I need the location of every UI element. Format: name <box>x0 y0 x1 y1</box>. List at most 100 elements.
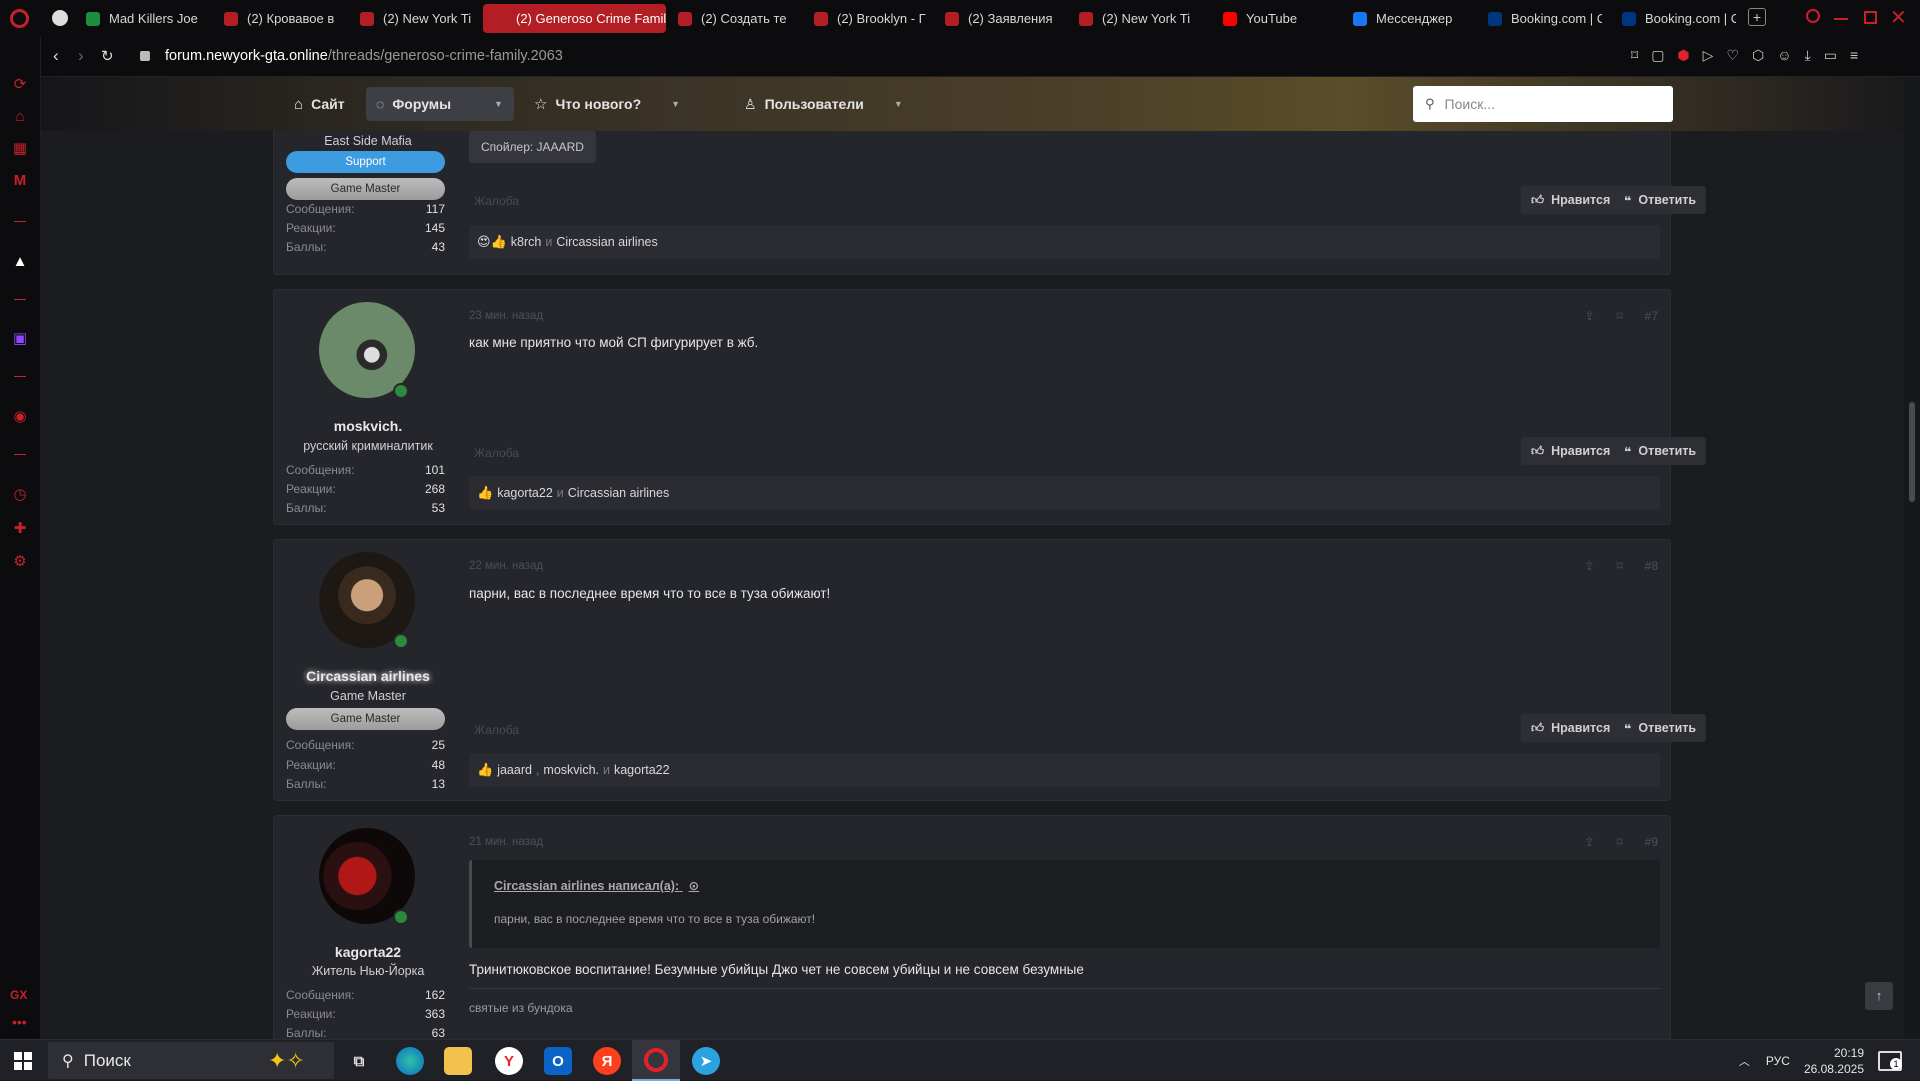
nav-forums[interactable]: ◌ Форумы ▼ <box>366 87 514 121</box>
bookmark-icon[interactable]: ⌑ <box>1616 309 1622 323</box>
taskbar-search-input[interactable]: ⚲ Поиск ✦✧ <box>48 1042 334 1079</box>
post-number[interactable]: #8 <box>1645 559 1658 573</box>
twitch-icon[interactable]: ▣ <box>10 328 30 348</box>
browser-tab[interactable]: (2) Generoso Crime Famil <box>483 4 666 33</box>
arrow-up-circle-icon[interactable]: ⊙ <box>689 879 699 893</box>
extensions-icon[interactable]: ✚ <box>10 518 30 538</box>
liker-link[interactable]: kagorta22 <box>497 486 553 500</box>
notifications-icon[interactable]: 1 <box>1878 1050 1902 1071</box>
liker-link[interactable]: k8rch <box>511 235 542 249</box>
close-window-button[interactable]: ✕ <box>1890 5 1907 30</box>
reload-button[interactable]: ↻ <box>101 47 114 65</box>
file-explorer-icon[interactable] <box>444 1047 472 1075</box>
reply-button[interactable]: ❝ Ответить <box>1614 714 1707 742</box>
browser-tab[interactable]: Booking.com | С <box>1612 4 1736 33</box>
profile-icon[interactable]: ☺ <box>1777 47 1791 64</box>
liker-link[interactable]: kagorta22 <box>614 763 670 777</box>
favorites-icon[interactable]: ♡ <box>1726 47 1739 64</box>
easy-setup-icon[interactable]: ≡ <box>1850 47 1858 64</box>
vpn-globe-icon[interactable] <box>52 10 68 26</box>
username-link[interactable]: Circassian airlines <box>274 668 462 684</box>
username-link[interactable]: kagorta22 <box>274 944 462 960</box>
gmail-icon[interactable]: M <box>10 170 30 190</box>
browser-tab[interactable]: Booking.com | С <box>1478 4 1602 33</box>
liker-link[interactable]: Circassian airlines <box>568 486 669 500</box>
player-icon[interactable]: ◉ <box>10 406 30 426</box>
windows-start-icon[interactable] <box>14 1052 32 1070</box>
crypto-wallet-icon[interactable]: ▦ <box>10 138 30 158</box>
liker-link[interactable]: moskvich. <box>543 763 599 777</box>
yandex-icon[interactable]: Я <box>593 1047 621 1075</box>
username-link[interactable]: moskvich. <box>274 418 462 434</box>
reply-button[interactable]: ❝ Ответить <box>1614 437 1707 465</box>
chevron-down-icon[interactable]: ▼ <box>494 99 503 109</box>
edge-icon[interactable] <box>396 1047 424 1075</box>
settings-icon[interactable]: ⚙ <box>10 551 30 571</box>
bookmark-page-icon[interactable]: ⌑ <box>1631 47 1638 64</box>
browser-tab[interactable]: YouTube <box>1213 4 1327 33</box>
forward-button[interactable]: › <box>78 46 84 66</box>
share-icon[interactable]: ⇪ <box>1584 835 1594 849</box>
bookmark-icon[interactable]: ⌑ <box>1616 559 1622 573</box>
snapshot-icon[interactable]: ▢ <box>1651 47 1664 64</box>
more-icon[interactable]: ••• <box>12 1014 27 1030</box>
browser-tab[interactable]: (2) Создать те <box>668 4 792 33</box>
quote-author-link[interactable]: Circassian airlines написал(а): ⊙ <box>494 878 699 893</box>
bookmark-icon[interactable]: ⌑ <box>1616 835 1622 849</box>
scroll-to-top-button[interactable]: ↑ <box>1865 982 1893 1010</box>
share-icon[interactable]: ⇪ <box>1584 309 1594 323</box>
forum-search-input[interactable]: ⚲ Поиск... <box>1413 86 1673 122</box>
extensions-puzzle-icon[interactable]: ⬡ <box>1752 47 1764 64</box>
like-button[interactable]: 👍︎ Нравится <box>1521 186 1621 214</box>
lock-icon[interactable] <box>140 51 150 61</box>
browser-tab[interactable]: Мессенджер <box>1343 4 1467 33</box>
nav-members[interactable]: ♙ Пользователи ▼ <box>734 87 913 121</box>
browser-tab[interactable]: (2) Заявления <box>935 4 1059 33</box>
post-number[interactable]: #7 <box>1645 309 1658 323</box>
search-tabs-icon[interactable] <box>1806 9 1820 23</box>
post-time[interactable]: 22 мин. назад <box>469 560 543 572</box>
outlook-icon[interactable]: O <box>544 1047 572 1075</box>
downloads-icon[interactable]: ⤓ <box>1805 47 1811 64</box>
browser-tab[interactable]: (2) Кровавое в <box>214 4 338 33</box>
clock[interactable]: 20:19 26.08.2025 <box>1804 1045 1864 1077</box>
new-tab-button[interactable]: + <box>1748 8 1766 26</box>
like-button[interactable]: 👍︎ Нравится <box>1521 437 1621 465</box>
back-button[interactable]: ‹ <box>53 46 59 66</box>
browser-tab[interactable]: (2) New York Ti <box>1069 4 1193 33</box>
spoiler-button[interactable]: Спойлер: JAAARD <box>469 131 596 163</box>
url-field[interactable]: forum.newyork-gta.online/threads/generos… <box>165 48 563 64</box>
report-link[interactable]: Жалоба <box>474 723 519 737</box>
nav-site[interactable]: ⌂ Сайт <box>284 87 355 121</box>
share-icon[interactable]: ⇪ <box>1584 559 1594 573</box>
ai-bot-icon[interactable]: ⌂ <box>10 106 30 126</box>
browser-tab[interactable]: (2) New York Ti <box>350 4 474 33</box>
battery-saver-icon[interactable]: ▭ <box>1824 47 1837 64</box>
restore-button[interactable] <box>1864 11 1877 24</box>
flow-icon[interactable]: ▷ <box>1703 47 1714 64</box>
post-time[interactable]: 21 мин. назад <box>469 836 543 848</box>
language-indicator[interactable]: РУС <box>1766 1054 1790 1068</box>
adblock-icon[interactable]: ⬢ <box>1677 47 1689 64</box>
chevron-down-icon[interactable]: ▼ <box>671 99 680 109</box>
gx-logo-icon[interactable]: GX <box>10 988 27 1002</box>
post-number[interactable]: #9 <box>1645 835 1658 849</box>
browser-tab[interactable]: (2) Brooklyn - Г <box>804 4 928 33</box>
telegram-icon[interactable]: ➤ <box>692 1047 720 1075</box>
scrollbar-thumb[interactable] <box>1909 402 1915 502</box>
opera-gx-taskbar-active[interactable] <box>632 1040 680 1081</box>
liker-link[interactable]: Circassian airlines <box>556 235 657 249</box>
browser-tab[interactable]: Mad Killers Joe <box>76 4 200 33</box>
minimize-button[interactable] <box>1834 18 1848 20</box>
task-view-icon[interactable]: ⧉ <box>345 1047 373 1075</box>
chevron-down-icon[interactable]: ▼ <box>894 99 903 109</box>
reply-button[interactable]: ❝ Ответить <box>1614 186 1707 214</box>
tray-chevron-icon[interactable]: ︿ <box>1739 1053 1750 1069</box>
liker-link[interactable]: jaaard <box>497 763 532 777</box>
apps-icon[interactable]: ▲ <box>10 251 30 271</box>
page-scrollbar[interactable] <box>1904 77 1920 1039</box>
history-icon[interactable]: ◷ <box>10 484 30 504</box>
report-link[interactable]: Жалоба <box>474 194 519 208</box>
post-time[interactable]: 23 мин. назад <box>469 310 543 322</box>
like-button[interactable]: 👍︎ Нравится <box>1521 714 1621 742</box>
